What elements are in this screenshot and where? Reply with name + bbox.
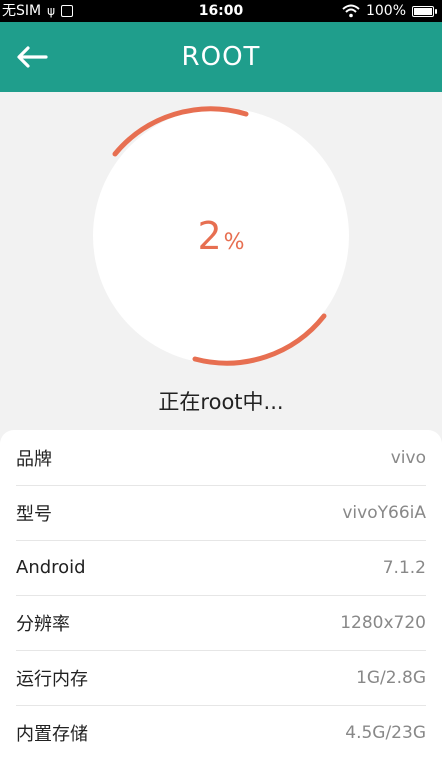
info-row-model: 型号 vivoY66iA [0, 485, 442, 540]
info-row-android: Android 7.1.2 [0, 540, 442, 595]
info-value: vivo [390, 447, 426, 468]
info-row-resolution: 分辨率 1280x720 [0, 595, 442, 650]
status-bar: 无SIM ψ 16:00 100% [0, 0, 442, 22]
info-value: 1G/2.8G [356, 667, 426, 688]
page-title: ROOT [181, 42, 261, 72]
device-info-card: 品牌 vivo 型号 vivoY66iA Android 7.1.2 分辨率 1… [0, 430, 442, 760]
status-right: 100% [342, 0, 437, 22]
progress-unit: % [223, 230, 245, 255]
progress-indicator: 2% [91, 106, 351, 366]
progress-percent: 2% [91, 214, 351, 258]
app-header: ROOT [0, 22, 442, 92]
battery-text: 100% [365, 3, 406, 19]
root-status-text: 正在root中... [158, 390, 284, 414]
info-value: 7.1.2 [382, 557, 426, 578]
info-value: 1280x720 [340, 612, 426, 633]
info-value: vivoY66iA [342, 502, 426, 523]
info-label: 型号 [16, 503, 52, 525]
progress-value: 2 [197, 214, 222, 258]
info-label: 分辨率 [16, 613, 70, 635]
info-row-brand: 品牌 vivo [0, 430, 442, 485]
info-label: Android [16, 557, 86, 578]
info-row-storage: 内置存储 4.5G/23G [0, 705, 442, 760]
info-label: 运行内存 [16, 668, 88, 690]
battery-icon [412, 5, 437, 17]
info-label: 品牌 [16, 448, 52, 470]
wifi-icon [342, 4, 360, 18]
info-value: 4.5G/23G [345, 722, 426, 743]
info-label: 内置存储 [16, 723, 88, 745]
info-row-ram: 运行内存 1G/2.8G [0, 650, 442, 705]
